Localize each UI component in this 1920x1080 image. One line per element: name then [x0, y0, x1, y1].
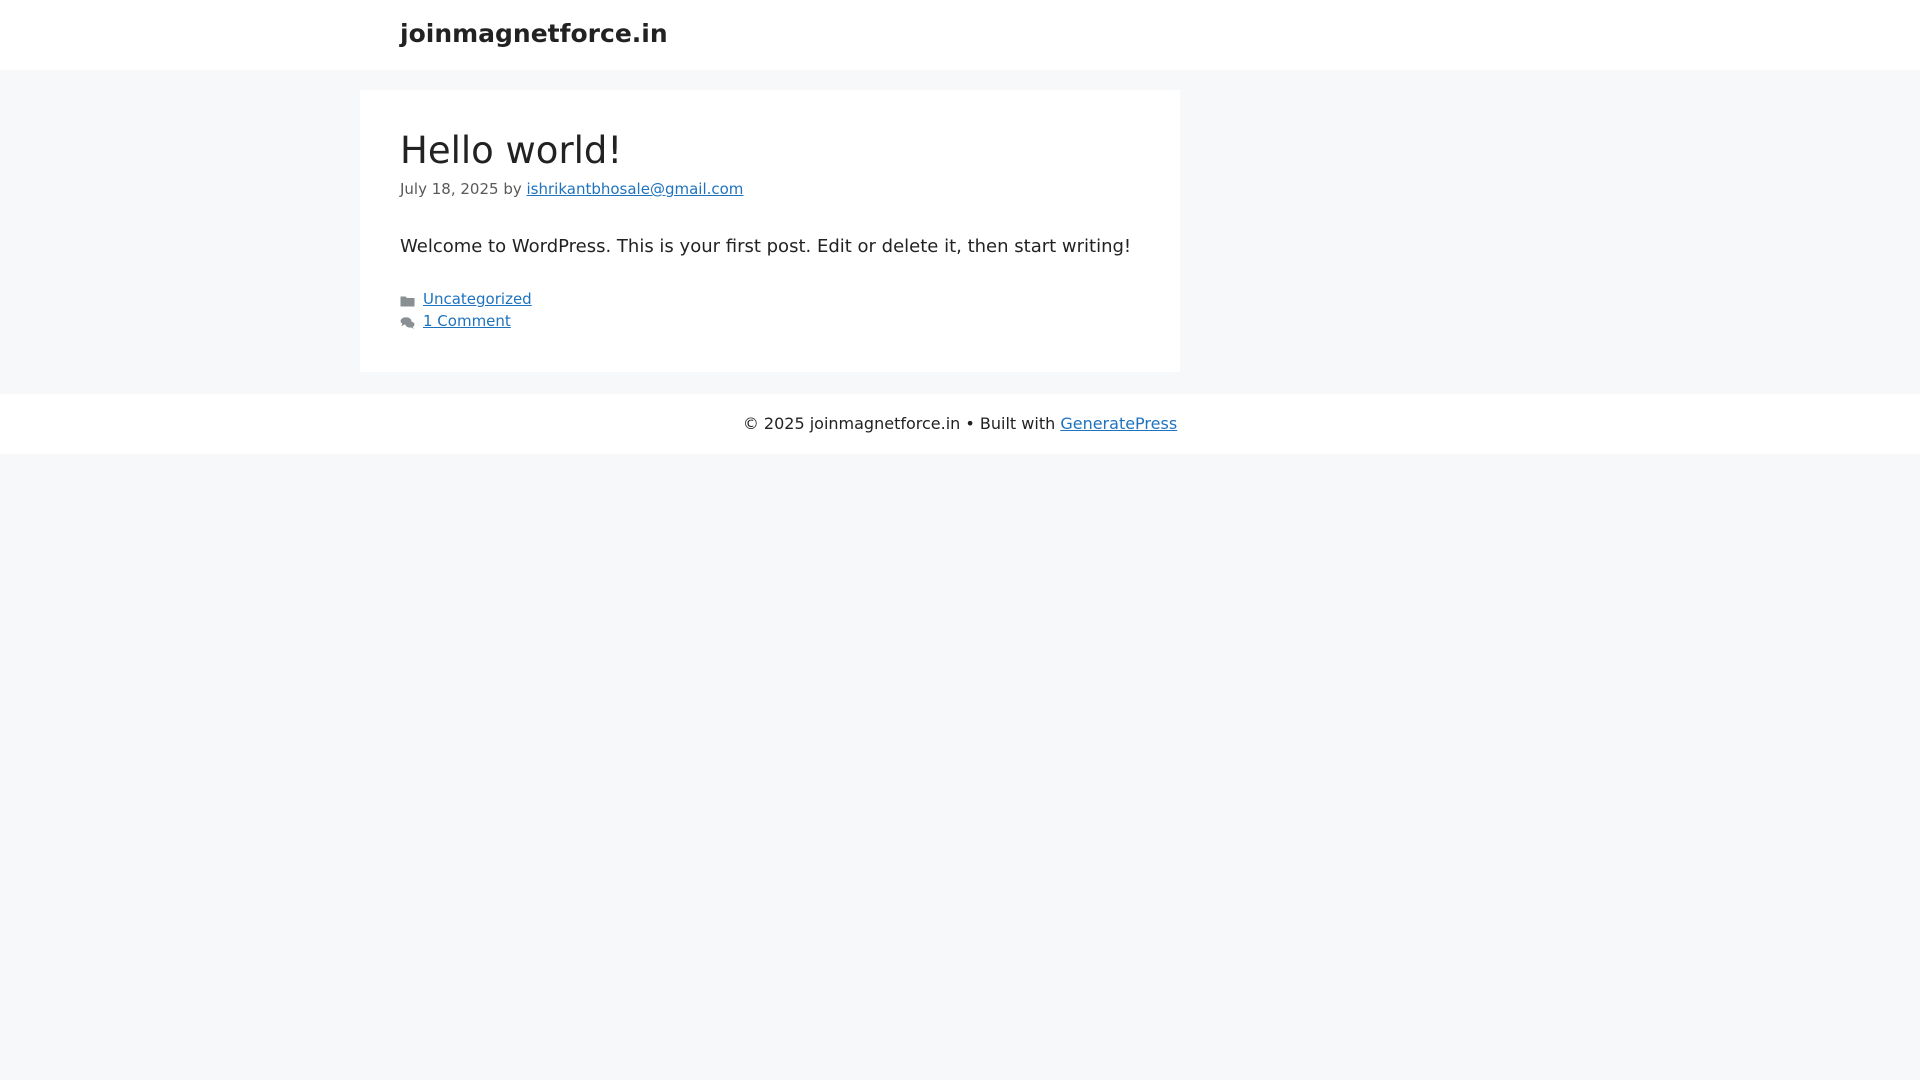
post-author-link[interactable]: ishrikantbhosale@gmail.com [527, 180, 744, 198]
post-content: Welcome to WordPress. This is your first… [400, 236, 1132, 257]
post-card: Hello world! July 18, 2025 by ishrikantb… [360, 90, 1180, 372]
site-header: joinmagnetforce.in [0, 0, 1920, 70]
comments-icon [400, 314, 415, 329]
post-footer-meta: Uncategorized 1 Comment [400, 288, 532, 332]
site-footer: © 2025 joinmagnetforce.in • Built with G… [0, 394, 1920, 454]
comments-row: 1 Comment [400, 310, 532, 332]
post-date: July 18, 2025 [400, 180, 499, 198]
category-link[interactable]: Uncategorized [423, 288, 532, 310]
post-meta: July 18, 2025 by ishrikantbhosale@gmail.… [400, 178, 743, 200]
post-by-label: by [503, 180, 522, 198]
generatepress-link[interactable]: GeneratePress [1060, 414, 1177, 433]
footer-copyright: © 2025 joinmagnetforce.in • Built with [742, 414, 1056, 433]
comments-link[interactable]: 1 Comment [423, 310, 511, 332]
category-row: Uncategorized [400, 288, 532, 310]
folder-icon [400, 292, 415, 307]
site-title-link[interactable]: joinmagnetforce.in [400, 18, 668, 50]
post-title: Hello world! [400, 129, 623, 172]
